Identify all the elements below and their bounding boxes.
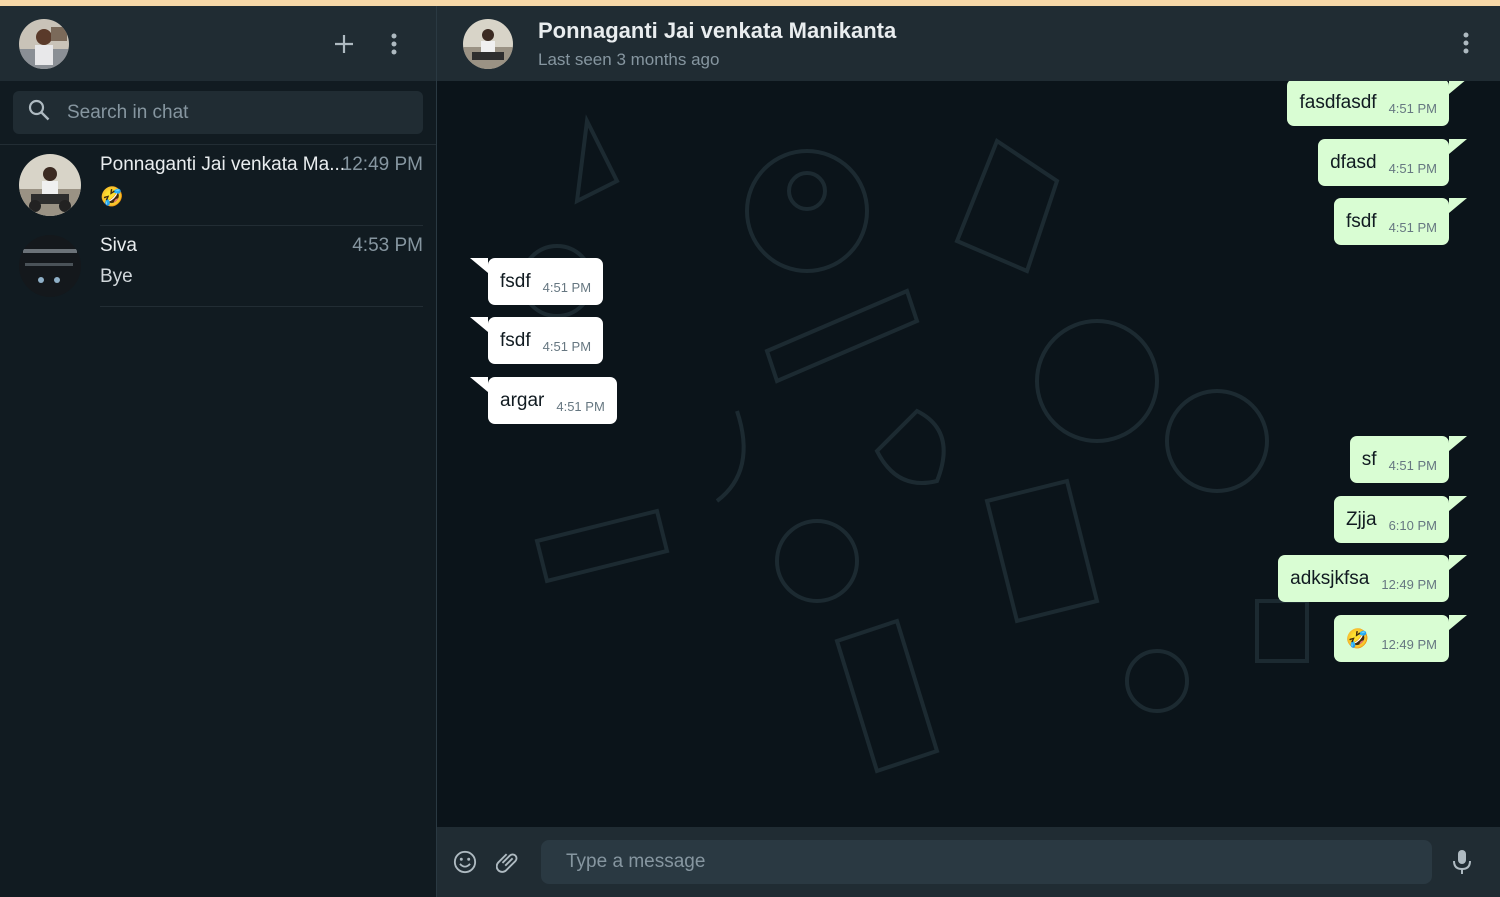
message-bubble-outgoing[interactable]: dfasd 4:51 PM <box>1318 139 1467 186</box>
bubble-tail <box>1449 436 1467 451</box>
message-bubble-outgoing[interactable]: Zjja 6:10 PM <box>1333 496 1467 543</box>
search-area <box>0 81 436 145</box>
microphone-icon[interactable] <box>1450 850 1474 874</box>
emoji-icon[interactable] <box>453 850 477 874</box>
message-time: 4:51 PM <box>1388 458 1437 473</box>
bubble-tail <box>1449 198 1467 213</box>
search-input[interactable] <box>67 101 387 124</box>
message-input[interactable] <box>541 840 1432 884</box>
message-text: argar <box>500 389 545 411</box>
new-chat-plus-icon[interactable] <box>332 32 356 56</box>
chat-list: Ponnaganti Jai venkata Ma... 12:49 PM 🤣 … <box>0 145 436 307</box>
contact-avatar <box>19 235 81 297</box>
conversation-menu-kebab-icon[interactable] <box>1454 31 1478 55</box>
message-bubble-outgoing[interactable]: fasdfasdf 4:51 PM <box>1287 79 1467 126</box>
bubble-tail <box>1449 496 1467 511</box>
message-text: fasdfasdf <box>1299 91 1377 113</box>
message-time: 12:49 PM <box>1381 577 1437 592</box>
message-text: dfasd <box>1330 151 1377 173</box>
bubble-tail <box>1449 555 1467 570</box>
message-bubble-incoming[interactable]: fsdf 4:51 PM <box>470 317 604 364</box>
message-bubble-outgoing[interactable]: fsdf 4:51 PM <box>1333 198 1467 245</box>
message-bubble-incoming[interactable]: fsdf 4:51 PM <box>470 258 604 305</box>
chat-list-item[interactable]: Ponnaganti Jai venkata Ma... 12:49 PM 🤣 <box>0 145 436 226</box>
conversation-header: Ponnaganti Jai venkata Manikanta Last se… <box>437 6 1500 81</box>
message-text: fsdf <box>500 329 531 351</box>
message-time: 4:51 PM <box>1388 220 1437 235</box>
message-list: fasdfasdf 4:51 PM dfasd 4:51 PM fsdf 4:5… <box>437 79 1500 827</box>
message-time: 4:51 PM <box>556 399 605 414</box>
bubble-tail <box>1449 615 1467 630</box>
message-time: 6:10 PM <box>1388 518 1437 533</box>
message-time: 4:51 PM <box>542 280 592 295</box>
contact-avatar <box>19 154 81 216</box>
chat-list-item[interactable]: Siva 4:53 PM Bye <box>0 226 436 307</box>
message-time: 4:51 PM <box>1388 161 1437 176</box>
attach-icon[interactable] <box>496 850 520 874</box>
sidebar-header <box>0 6 436 81</box>
message-bubble-outgoing[interactable]: 🤣 12:49 PM <box>1333 615 1467 662</box>
chat-name: Siva <box>100 235 137 256</box>
message-time: 4:51 PM <box>1388 101 1437 116</box>
message-text: fsdf <box>500 270 531 292</box>
menu-kebab-icon[interactable] <box>382 32 406 56</box>
chat-name: Ponnaganti Jai venkata Ma... <box>100 154 346 175</box>
chat-info: Siva 4:53 PM Bye <box>100 226 423 307</box>
chat-time: 4:53 PM <box>352 235 423 256</box>
bubble-tail <box>470 317 488 332</box>
message-text: adksjkfsa <box>1290 567 1370 589</box>
message-text: fsdf <box>1345 210 1377 232</box>
bubble-tail <box>470 377 488 392</box>
chat-preview: 🤣 <box>100 187 124 208</box>
bubble-tail <box>470 258 488 273</box>
message-text: 🤣 <box>1345 628 1370 650</box>
profile-avatar[interactable] <box>19 18 69 69</box>
contact-header-avatar[interactable] <box>463 18 513 69</box>
composer-bar <box>437 827 1500 897</box>
chat-info: Ponnaganti Jai venkata Ma... 12:49 PM 🤣 <box>100 145 423 226</box>
bubble-tail <box>1449 139 1467 154</box>
message-time: 4:51 PM <box>542 339 592 354</box>
chat-time: 12:49 PM <box>341 154 423 175</box>
message-text: sf <box>1361 448 1377 470</box>
search-box[interactable] <box>13 91 423 134</box>
conversation-panel: Ponnaganti Jai venkata Manikanta Last se… <box>437 6 1500 897</box>
whatsapp-app: Ponnaganti Jai venkata Ma... 12:49 PM 🤣 … <box>0 6 1500 897</box>
bubble-tail <box>1449 79 1467 94</box>
message-text: Zjja <box>1345 508 1377 530</box>
contact-details[interactable]: Ponnaganti Jai venkata Manikanta Last se… <box>538 18 896 70</box>
last-seen-status: Last seen 3 months ago <box>538 49 720 69</box>
message-bubble-outgoing[interactable]: sf 4:51 PM <box>1349 436 1467 483</box>
contact-name: Ponnaganti Jai venkata Manikanta <box>538 17 897 43</box>
search-icon <box>27 98 51 127</box>
message-bubble-incoming[interactable]: argar 4:51 PM <box>470 377 617 424</box>
message-time: 12:49 PM <box>1381 637 1437 652</box>
sidebar: Ponnaganti Jai venkata Ma... 12:49 PM 🤣 … <box>0 6 437 897</box>
message-bubble-outgoing[interactable]: adksjkfsa 12:49 PM <box>1278 555 1467 602</box>
chat-preview: Bye <box>100 266 133 287</box>
